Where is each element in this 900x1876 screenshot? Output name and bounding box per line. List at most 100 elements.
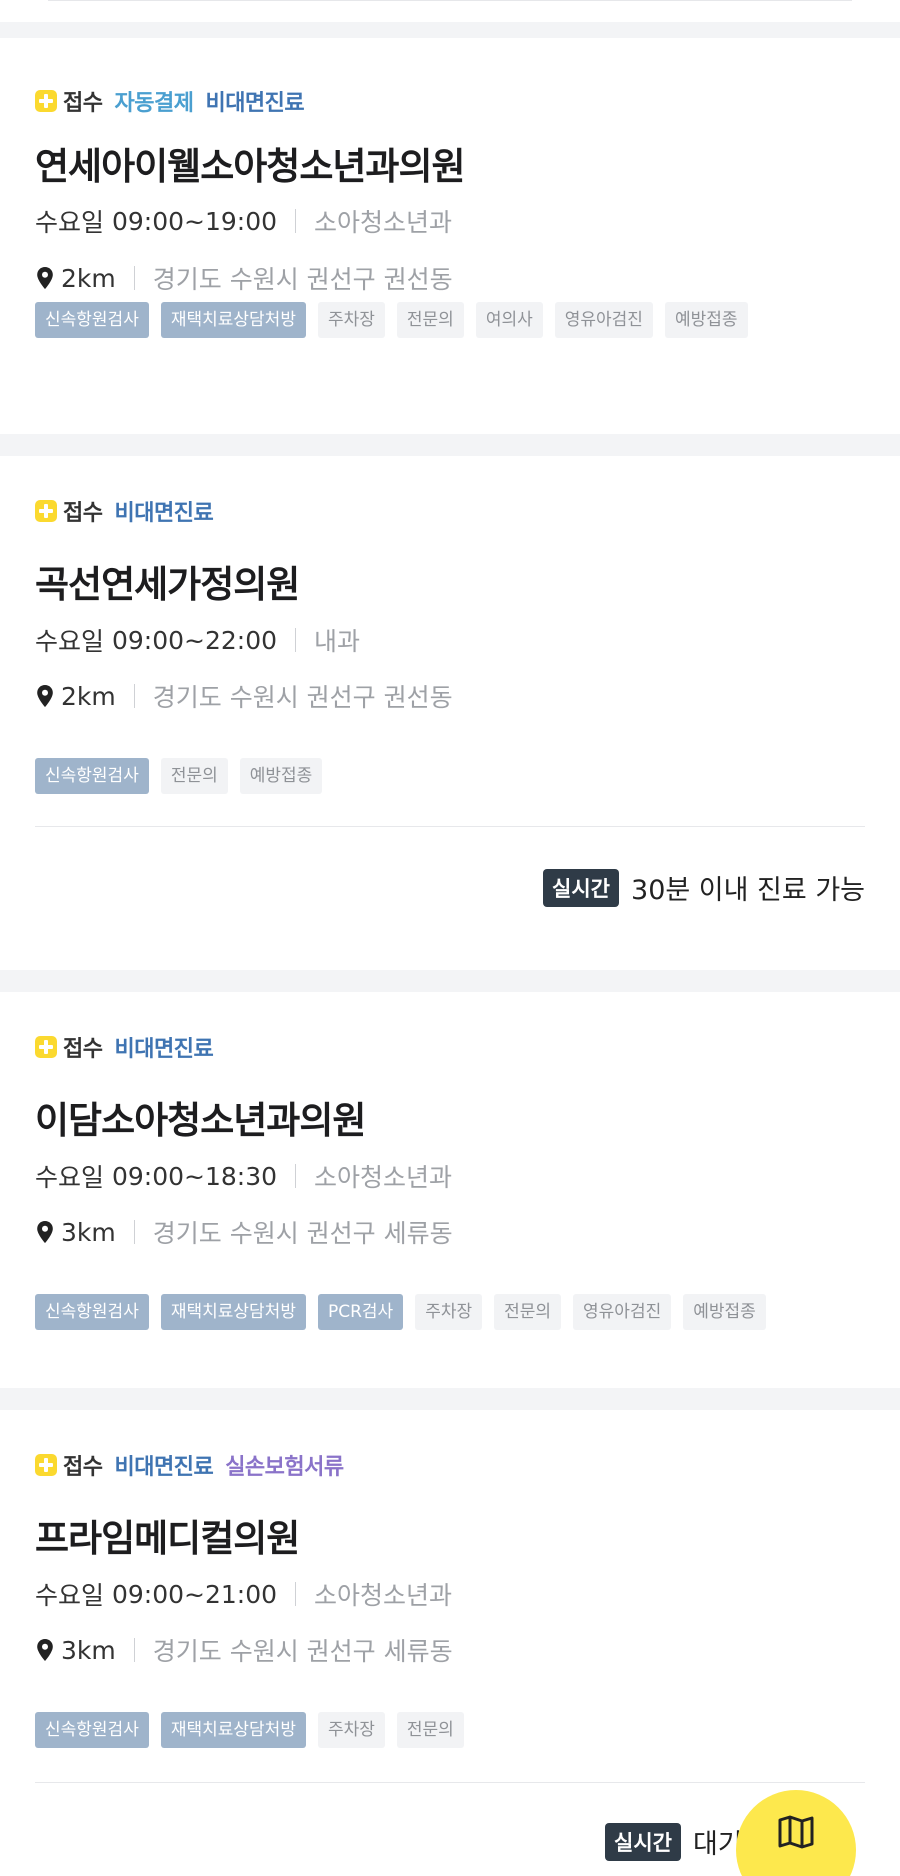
location-row: 2km 경기도 수원시 권선구 권선동: [35, 260, 453, 296]
tag-parking: 주차장: [317, 1712, 385, 1748]
hours: 09:00~21:00: [111, 1579, 278, 1609]
reception-cross-icon: [35, 500, 57, 522]
hospital-card[interactable]: 접수 자동결제 비대면진료 연세아이웰소아청소년과의원 수요일 09:00~19…: [0, 38, 900, 434]
realtime-status: 실시간 대기: [605, 1822, 743, 1861]
divider: [35, 1782, 865, 1783]
tag-pcr-test: PCR검사: [317, 1294, 404, 1330]
realtime-text: 대기: [692, 1829, 743, 1860]
address: 경기도 수원시 권선구 세류동: [152, 1219, 453, 1248]
badge-reception: 접수: [63, 91, 103, 116]
badge-reception: 접수: [63, 501, 103, 526]
badge-reception: 접수: [63, 1037, 103, 1062]
location-pin-icon: [37, 1221, 53, 1243]
tag-list: 신속항원검사 전문의 예방접종: [35, 758, 323, 794]
department: 소아청소년과: [314, 1163, 453, 1192]
location-pin-icon: [37, 267, 53, 289]
tag-home-treatment: 재택치료상담처방: [160, 302, 306, 338]
tag-parking: 주차장: [415, 1294, 483, 1330]
separator: [133, 684, 135, 708]
distance: 3km: [61, 1217, 116, 1247]
department: 내과: [314, 627, 361, 656]
location-pin-icon: [37, 685, 53, 707]
hospital-name[interactable]: 프라임메디컬의원: [35, 1508, 300, 1562]
tag-specialist: 전문의: [396, 1712, 464, 1748]
badge-row: 접수 비대면진료: [35, 496, 225, 526]
tag-list: 신속항원검사 재택치료상담처방 PCR검사 주차장 전문의 영유아검진 예방접종: [35, 1294, 766, 1330]
separator: [133, 1220, 135, 1244]
tag-home-treatment: 재택치료상담처방: [160, 1294, 306, 1330]
department: 소아청소년과: [314, 1581, 453, 1610]
badge-row: 접수 비대면진료 실손보험서류: [35, 1450, 356, 1480]
realtime-label: 실시간: [543, 868, 620, 907]
previous-card-bottom: [0, 0, 900, 22]
hospital-name[interactable]: 곡선연세가정의원: [35, 554, 300, 608]
separator: [295, 1164, 297, 1188]
tag-vaccination: 예방접종: [664, 302, 748, 338]
tag-rapid-antigen: 신속항원검사: [35, 302, 149, 338]
reception-cross-icon: [35, 1454, 57, 1476]
tag-specialist: 전문의: [160, 758, 228, 794]
distance: 2km: [61, 263, 116, 293]
tag-list: 신속항원검사 재택치료상담처방 주차장 전문의 여의사 영유아검진 예방접종: [35, 302, 748, 338]
reception-cross-icon: [35, 1036, 57, 1058]
badge-remote-care: 비대면진료: [114, 1037, 214, 1062]
badge-remote-care: 비대면진료: [205, 91, 305, 116]
reception-cross-icon: [35, 90, 57, 112]
tag-rapid-antigen: 신속항원검사: [35, 1294, 149, 1330]
hospital-name[interactable]: 연세아이웰소아청소년과의원: [35, 136, 466, 190]
hours-row: 수요일 09:00~21:00 소아청소년과: [35, 1576, 452, 1612]
day: 수요일: [35, 1581, 105, 1610]
day: 수요일: [35, 208, 105, 237]
map-icon: [778, 1815, 814, 1849]
badge-auto-payment: 자동결제: [114, 91, 194, 116]
separator: [133, 266, 135, 290]
tag-rapid-antigen: 신속항원검사: [35, 1712, 149, 1748]
distance: 3km: [61, 1635, 116, 1665]
badge-insurance-docs: 실손보험서류: [225, 1455, 344, 1480]
separator: [295, 209, 297, 233]
tag-rapid-antigen: 신속항원검사: [35, 758, 149, 794]
hours-row: 수요일 09:00~19:00 소아청소년과: [35, 203, 452, 239]
realtime-text: 30분 이내 진료 가능: [631, 875, 865, 906]
badge-row: 접수 비대면진료: [35, 1032, 225, 1062]
hours: 09:00~22:00: [111, 625, 278, 655]
hours: 09:00~18:30: [111, 1161, 278, 1191]
hours-row: 수요일 09:00~18:30 소아청소년과: [35, 1158, 452, 1194]
address: 경기도 수원시 권선구 권선동: [152, 683, 453, 712]
badge-row: 접수 자동결제 비대면진료: [35, 86, 316, 116]
tag-vaccination: 예방접종: [239, 758, 323, 794]
location-row: 2km 경기도 수원시 권선구 권선동: [35, 678, 453, 714]
divider: [35, 826, 865, 827]
address: 경기도 수원시 권선구 세류동: [152, 1637, 453, 1666]
hospital-card[interactable]: 접수 비대면진료 이담소아청소년과의원 수요일 09:00~18:30 소아청소…: [0, 992, 900, 1388]
address: 경기도 수원시 권선구 권선동: [152, 265, 453, 294]
location-row: 3km 경기도 수원시 권선구 세류동: [35, 1214, 453, 1250]
divider: [48, 0, 852, 1]
hours: 09:00~19:00: [111, 206, 278, 236]
tag-female-doctor: 여의사: [475, 302, 543, 338]
distance: 2km: [61, 681, 116, 711]
day: 수요일: [35, 1163, 105, 1192]
separator: [295, 1582, 297, 1606]
separator: [133, 1638, 135, 1662]
tag-list: 신속항원검사 재택치료상담처방 주차장 전문의: [35, 1712, 464, 1748]
location-row: 3km 경기도 수원시 권선구 세류동: [35, 1632, 453, 1668]
department: 소아청소년과: [314, 208, 453, 237]
tag-infant-checkup: 영유아검진: [554, 302, 653, 338]
tag-specialist: 전문의: [494, 1294, 562, 1330]
realtime-status: 실시간 30분 이내 진료 가능: [543, 868, 865, 907]
tag-infant-checkup: 영유아검진: [573, 1294, 672, 1330]
badge-reception: 접수: [63, 1455, 103, 1480]
realtime-label: 실시간: [605, 1822, 681, 1861]
hospital-card[interactable]: 접수 비대면진료 곡선연세가정의원 수요일 09:00~22:00 내과 2km…: [0, 456, 900, 970]
badge-remote-care: 비대면진료: [114, 1455, 214, 1480]
separator: [295, 628, 297, 652]
day: 수요일: [35, 627, 105, 656]
hospital-name[interactable]: 이담소아청소년과의원: [35, 1090, 366, 1144]
badge-remote-care: 비대면진료: [114, 501, 214, 526]
tag-specialist: 전문의: [396, 302, 464, 338]
hours-row: 수요일 09:00~22:00 내과: [35, 622, 360, 658]
tag-home-treatment: 재택치료상담처방: [160, 1712, 306, 1748]
tag-vaccination: 예방접종: [683, 1294, 766, 1330]
tag-parking: 주차장: [317, 302, 385, 338]
